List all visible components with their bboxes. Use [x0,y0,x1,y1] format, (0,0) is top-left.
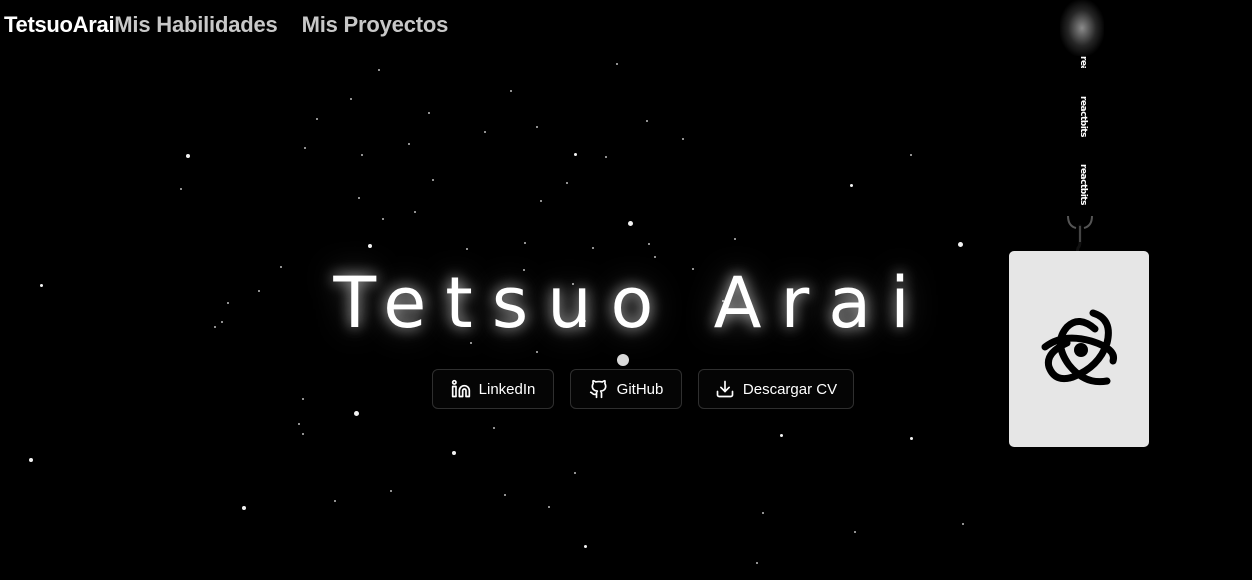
star [428,112,430,114]
star [524,242,526,244]
star [682,138,684,140]
star [186,154,190,158]
star [548,506,550,508]
star [574,472,576,474]
star [574,153,577,156]
star [605,156,607,158]
star [646,120,648,122]
linkedin-icon [451,379,470,398]
star [334,500,336,502]
star [910,154,912,156]
download-cv-label: Descargar CV [742,380,838,398]
linkedin-button[interactable]: LinkedIn [432,369,554,409]
star [592,247,594,249]
star [566,182,568,184]
nav-link-proyectos[interactable]: Mis Proyectos [302,12,449,38]
github-icon [589,379,607,399]
star [432,179,434,181]
nav-link-habilidades[interactable]: Mis Habilidades [114,12,277,38]
star [382,218,384,220]
star [910,437,913,440]
star [854,531,856,533]
portfolio-page: TetsuoArai Mis Habilidades Mis Proyectos… [0,0,1252,580]
star [358,197,360,199]
strap-text-2: reactbits [1078,96,1088,137]
star [504,494,506,496]
star [408,143,410,145]
download-cv-button[interactable]: Descargar CV [698,369,854,409]
star [368,244,372,248]
star [242,506,246,510]
star [734,238,736,240]
star [762,512,764,514]
github-button[interactable]: GitHub [570,369,682,409]
github-label: GitHub [616,380,664,398]
download-icon [716,380,734,398]
star [536,126,538,128]
star [536,351,538,353]
star [962,523,964,525]
strap-text-1: reactbits [1072,56,1088,68]
brand-logo-text[interactable]: TetsuoArai [4,12,115,38]
star [540,200,542,202]
star [316,118,318,120]
star [510,90,512,92]
badge-card[interactable] [1009,251,1149,447]
star [414,211,416,213]
star [484,131,486,133]
star [584,545,587,548]
star [304,147,306,149]
star [29,458,33,462]
star [756,562,758,564]
star [466,248,468,250]
floating-dot [617,354,629,366]
star [493,427,495,429]
star [302,433,304,435]
star [780,434,783,437]
star [361,154,363,156]
star [654,256,656,258]
lanyard-glow [1060,0,1104,56]
star [958,242,963,247]
star [390,490,392,492]
star [298,423,300,425]
atom-logo-icon [1041,309,1117,386]
strap-text-3: reactbits [1078,164,1088,205]
star [452,451,456,455]
star [628,221,633,226]
star [850,184,853,187]
star [302,398,304,400]
star [180,188,182,190]
star [616,63,618,65]
star [354,411,359,416]
top-navigation: TetsuoArai Mis Habilidades Mis Proyectos [4,12,448,38]
star [648,243,650,245]
star [350,98,352,100]
linkedin-label: LinkedIn [478,380,536,398]
star [378,69,380,71]
